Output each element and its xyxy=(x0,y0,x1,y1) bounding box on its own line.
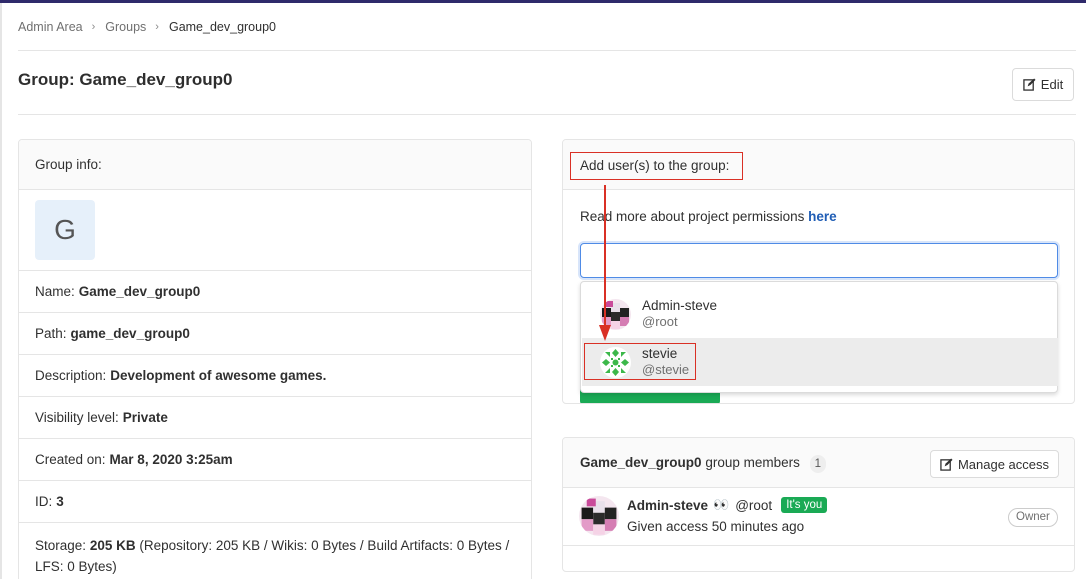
member-username: @root xyxy=(735,497,773,513)
members-title: Game_dev_group0 group members 1 xyxy=(580,455,827,473)
role-badge: Owner xyxy=(1008,508,1058,527)
group-avatar-row: G xyxy=(19,190,531,271)
add-users-title: Add user(s) to the group: xyxy=(570,152,743,180)
permissions-note: Read more about project permissions here xyxy=(580,209,837,224)
member-access-time: Given access 50 minutes ago xyxy=(627,519,805,534)
breadcrumb: Admin Area › Groups › Game_dev_group0 xyxy=(18,20,276,34)
info-row-storage: Storage: 205 KB (Repository: 205 KB / Wi… xyxy=(35,538,510,574)
add-users-header: Add user(s) to the group: xyxy=(563,140,1074,190)
group-members-panel: Game_dev_group0 group members 1 Manage a… xyxy=(562,437,1075,572)
dropdown-option-stevie[interactable]: stevie @stevie xyxy=(582,338,1058,386)
member-avatar[interactable] xyxy=(579,496,619,536)
breadcrumb-groups[interactable]: Groups xyxy=(105,20,146,34)
breadcrumb-current[interactable]: Game_dev_group0 xyxy=(169,20,276,34)
annotation-arrow-icon xyxy=(599,185,611,341)
member-name-line: Admin-steve 👀 @root It's you xyxy=(627,497,828,513)
manage-access-button[interactable]: Manage access xyxy=(930,450,1059,478)
info-row-path: Path: game_dev_group0 xyxy=(19,313,531,355)
chevron-right-icon: › xyxy=(155,21,159,33)
info-row-name: Name: Game_dev_group0 xyxy=(19,271,531,313)
permissions-here-link[interactable]: here xyxy=(808,209,837,224)
info-row-created: Created on: Mar 8, 2020 3:25am xyxy=(19,439,531,481)
info-row-description: Description: Development of awesome games… xyxy=(19,355,531,397)
dropdown-user-handle: @root xyxy=(642,314,678,329)
divider xyxy=(18,114,1076,115)
chevron-right-icon: › xyxy=(91,21,96,33)
top-nav-strip xyxy=(0,0,1086,3)
dropdown-user-name: Admin-steve xyxy=(642,298,718,313)
member-row: Admin-steve 👀 @root It's you Given acces… xyxy=(563,488,1074,546)
highlight-box xyxy=(584,343,696,380)
dropdown-option-admin-steve[interactable]: Admin-steve @root xyxy=(582,290,1058,338)
edit-button[interactable]: Edit xyxy=(1012,68,1074,101)
info-row-visibility: Visibility level: Private xyxy=(19,397,531,439)
group-avatar: G xyxy=(35,200,95,260)
user-search-dropdown: Admin-steve @root stevie @stevie xyxy=(580,281,1058,393)
member-name[interactable]: Admin-steve xyxy=(627,498,708,513)
page-title: Group: Game_dev_group0 xyxy=(18,70,233,89)
members-count-badge: 1 xyxy=(809,455,827,473)
edit-icon xyxy=(940,457,953,471)
members-header: Game_dev_group0 group members 1 Manage a… xyxy=(563,438,1074,488)
its-you-badge: It's you xyxy=(781,497,828,513)
group-info-panel: Group info: G Name: Game_dev_group0 Path:… xyxy=(18,139,532,579)
edit-icon xyxy=(1023,78,1036,91)
divider xyxy=(18,50,1076,51)
user-search-input[interactable] xyxy=(580,243,1058,278)
info-row-id: ID: 3 xyxy=(19,481,531,523)
eyes-emoji-icon: 👀 xyxy=(713,497,729,512)
edit-label: Edit xyxy=(1040,77,1064,92)
group-info-header: Group info: xyxy=(19,140,531,190)
left-sidebar-edge xyxy=(0,3,2,579)
breadcrumb-admin-area[interactable]: Admin Area xyxy=(18,20,83,34)
